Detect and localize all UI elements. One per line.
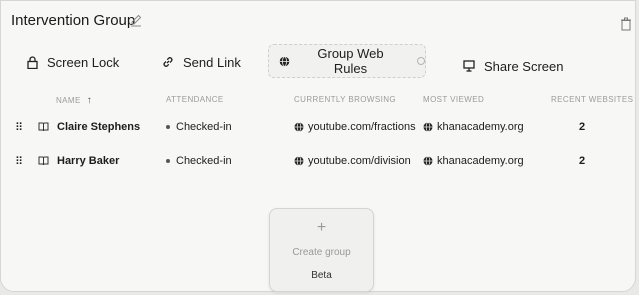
student-name[interactable]: Claire Stephens xyxy=(57,121,140,133)
column-header-name[interactable]: NAME ↑ xyxy=(56,95,92,106)
attendance-status: Checked-in xyxy=(176,155,232,167)
plus-icon: + xyxy=(316,219,327,236)
most-viewed-site[interactable]: khanacademy.org xyxy=(437,155,524,167)
globe-icon xyxy=(294,156,304,166)
drag-handle-icon[interactable]: ⠿ xyxy=(15,147,23,175)
book-icon xyxy=(38,156,49,166)
currently-browsing-url[interactable]: youtube.com/fractions xyxy=(308,121,416,133)
column-header-viewed[interactable]: MOST VIEWED xyxy=(423,95,484,104)
recent-websites-count[interactable]: 2 xyxy=(579,147,585,175)
monitor-icon xyxy=(463,60,475,72)
column-header-browsing[interactable]: CURRENTLY BROWSING xyxy=(294,95,396,104)
create-group-label: Create group xyxy=(292,247,351,258)
trash-icon[interactable] xyxy=(620,17,632,31)
screen-lock-label: Screen Lock xyxy=(47,54,120,70)
book-icon xyxy=(38,122,49,132)
send-link-button[interactable]: Send Link xyxy=(162,47,241,77)
status-dot-icon xyxy=(166,125,170,129)
globe-icon xyxy=(423,122,433,132)
status-dot-icon xyxy=(417,57,425,65)
group-web-rules-label: Group Web Rules xyxy=(317,46,384,76)
send-link-label: Send Link xyxy=(183,54,241,70)
share-screen-label: Share Screen xyxy=(484,58,564,74)
pencil-icon[interactable] xyxy=(129,13,143,27)
most-viewed-site[interactable]: khanacademy.org xyxy=(437,121,524,133)
column-header-attendance[interactable]: ATTENDANCE xyxy=(166,95,224,104)
table-row[interactable]: ⠿ Harry Baker Checked-in youtube.com/div… xyxy=(1,147,637,175)
globe-icon xyxy=(294,122,304,132)
drag-handle-icon[interactable]: ⠿ xyxy=(15,113,23,141)
status-dot-icon xyxy=(166,159,170,163)
lock-icon xyxy=(27,55,38,69)
share-screen-button[interactable]: Share Screen xyxy=(463,51,564,81)
create-group-button[interactable]: + Create group Beta xyxy=(269,208,374,292)
recent-websites-count[interactable]: 2 xyxy=(579,113,585,141)
link-icon xyxy=(163,57,173,67)
screen-lock-button[interactable]: Screen Lock xyxy=(27,47,119,77)
globe-icon xyxy=(423,156,433,166)
attendance-status: Checked-in xyxy=(176,121,232,133)
beta-badge: Beta xyxy=(311,270,332,281)
currently-browsing-url[interactable]: youtube.com/division xyxy=(308,155,411,167)
group-web-rules-button[interactable]: Group Web Rules xyxy=(268,44,426,78)
sort-arrow-icon[interactable]: ↑ xyxy=(87,95,92,106)
group-title: Intervention Group xyxy=(11,12,136,29)
column-header-recent[interactable]: RECENT WEBSITES xyxy=(551,95,633,104)
table-row[interactable]: ⠿ Claire Stephens Checked-in youtube.com… xyxy=(1,113,637,141)
globe-icon xyxy=(279,55,290,67)
student-name[interactable]: Harry Baker xyxy=(57,155,119,167)
group-card: Intervention Group Screen Lock Send Link xyxy=(0,0,636,292)
